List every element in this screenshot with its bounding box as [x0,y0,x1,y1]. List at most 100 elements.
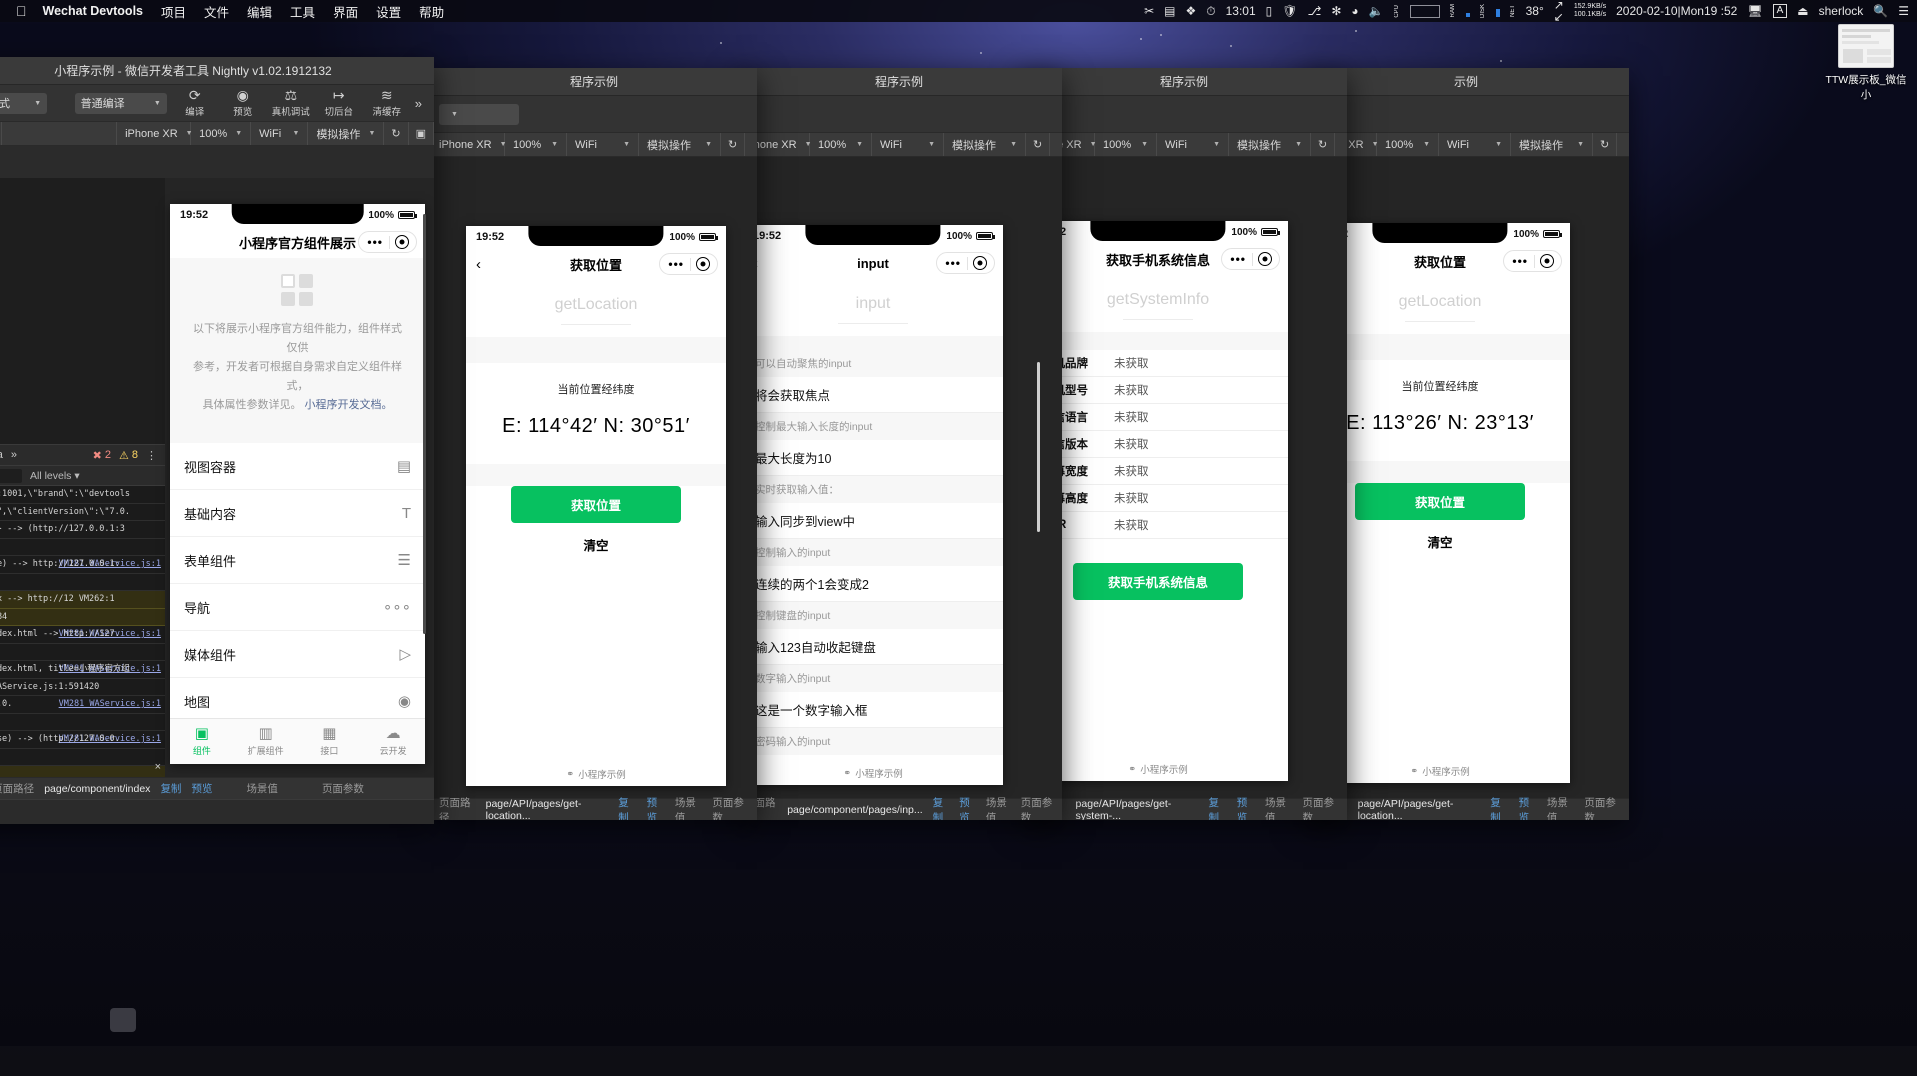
list-item[interactable]: 导航 ∘∘∘ [170,584,425,631]
tab-extensions[interactable]: ▥ 扩展组件 [234,726,298,757]
menubar-username[interactable]: sherlock [1819,5,1864,17]
phone-simulator-2[interactable]: 19:52 100% ‹ 获取位置 ••• getLocation 当前位置经纬… [466,226,726,786]
log-level-select[interactable]: All levels ▾ [30,470,80,482]
close-target-icon[interactable] [1258,252,1272,266]
phone-simulator-4[interactable]: 19:52 100% ‹ 获取手机系统信息 ••• g [1028,221,1288,781]
preview-link-3[interactable]: 预览 [959,795,976,821]
doc-link[interactable]: 小程序开发文档。 [305,399,393,411]
desktop-icon-ttw[interactable]: TTW展示板_微信小 [1823,24,1909,102]
dock-item[interactable] [110,1008,136,1032]
get-location-button-2[interactable]: 获取位置 [511,486,681,523]
network-select-5[interactable]: WiFi ▼ [1439,133,1511,156]
menu-item-settings[interactable]: 设置 [376,2,401,21]
stage-scrollbar[interactable] [423,214,426,634]
rotate-icon-5[interactable]: ↻ [1593,133,1618,156]
device-select-main[interactable]: iPhone XR ▼ [117,122,193,145]
input-source-indicator[interactable]: A [1772,4,1788,18]
preview-link-main[interactable]: 预览 [191,781,212,796]
close-target-icon[interactable] [973,256,987,270]
devtools-window-3[interactable]: 程序示例 iPhone XR ▼ 100% ▼ WiFi ▼ 模拟操作 ▼ ↻ 19:5… [736,68,1062,820]
clear-button-5[interactable]: 清空 [1310,520,1570,563]
back-icon[interactable]: ‹ [476,256,481,273]
get-system-info-button-4[interactable]: 获取手机系统信息 [1073,563,1243,600]
menu-item-interface[interactable]: 界面 [333,2,358,21]
bluetooth-icon[interactable]: ✻ [1331,5,1341,17]
menu-item-tools[interactable]: 工具 [290,2,315,21]
more-dots-icon[interactable]: ••• [662,258,690,270]
zoom-select-2[interactable]: 100% ▼ [505,133,567,156]
list-item[interactable]: 基础内容 T [170,490,425,537]
copy-link-main[interactable]: 复制 [160,781,181,796]
editor-pane[interactable] [0,178,165,444]
app-icon[interactable]: ⎇ [1308,5,1322,17]
keyboard-icon[interactable]: ▤ [1164,5,1175,17]
copy-link-2[interactable]: 复制 [618,795,636,821]
action-select-5[interactable]: 模拟操作 ▼ [1511,133,1593,156]
capsule-menu[interactable]: ••• [1221,248,1280,270]
menu-item-file[interactable]: 文件 [204,2,229,21]
more-dots-icon[interactable]: ••• [939,257,967,269]
input-field[interactable]: 输入123自动收起键盘 [743,629,1003,665]
device-select-2[interactable]: iPhone XR ▼ [431,133,507,156]
compile-button[interactable]: ⟳ 编译 [175,88,215,119]
action-select-main[interactable]: 模拟操作 ▼ [308,122,385,145]
input-field[interactable]: 这是一个数字输入框 [743,692,1003,728]
close-target-icon[interactable] [696,257,710,271]
phone-simulator-main[interactable]: 19:52 100% 小程序官方组件展示 ••• 以下将展示小程序官方组件能力，… [170,204,425,764]
devtools-window-5[interactable]: 示例 iPhone XR▼ 100%▼ WiFi▼ 模拟操作▼ ↻ 19:52 … [1303,68,1629,820]
preview-button[interactable]: ◉ 预览 [223,88,263,119]
console-panel[interactable]: AppData » ✖ 2 ⚠ 8 ⋮ All levels ▾ "scene\… [0,444,165,777]
network-select-main[interactable]: WiFi ▼ [251,122,309,145]
phone-simulator-3[interactable]: 19:52 100% ‹ input ••• inpu [743,225,1003,785]
more-dots-icon[interactable]: ••• [1224,253,1252,265]
console-close-icon[interactable]: × [155,761,161,773]
zoom-select-3[interactable]: 100% ▼ [810,133,872,156]
rotate-icon-main[interactable]: ↻ [384,122,409,145]
wifi-icon[interactable]: ◕ [1351,5,1358,17]
error-badge[interactable]: ✖ 2 [93,449,111,462]
copy-link-4[interactable]: 复制 [1208,795,1226,821]
devtools-window-4[interactable]: 程序示例 iPhone XR▼ 100%▼ WiFi▼ 模拟操作▼ ↻ 19:5… [1021,68,1347,820]
warning-badge[interactable]: ⚠ 8 [119,449,138,462]
apple-logo-icon[interactable]:  [16,4,27,18]
zoom-select-5[interactable]: 100% ▼ [1377,133,1439,156]
rotate-icon-3[interactable]: ↻ [1026,133,1051,156]
volume-icon[interactable]: 🔈 [1369,5,1384,17]
action-select-2[interactable]: 模拟操作 ▼ [639,133,721,156]
list-item[interactable]: 媒体组件 ▷ [170,631,425,678]
log-source[interactable]: VM281 WAService.js:1 [59,698,161,711]
screenshot-icon-main[interactable]: ▣ [409,122,434,145]
capsule-menu[interactable]: ••• [1503,250,1562,272]
input-field[interactable]: 输入同步到view中 [743,503,1003,539]
mode-select-2[interactable]: ▼ [439,103,519,125]
menu-item-help[interactable]: 帮助 [419,2,444,21]
tab-api[interactable]: ▦ 接口 [298,726,362,757]
network-select-4[interactable]: WiFi ▼ [1157,133,1229,156]
rotate-icon-4[interactable]: ↻ [1311,133,1336,156]
preview-link-5[interactable]: 预览 [1519,795,1537,821]
preview-link-2[interactable]: 预览 [647,795,665,821]
list-item[interactable]: 表单组件 ☰ [170,537,425,584]
tab-components[interactable]: ▣ 组件 [170,726,234,757]
clear-button-2[interactable]: 清空 [466,523,726,566]
capsule-menu[interactable]: ••• [358,231,417,253]
list-item[interactable]: 视图容器 ▤ [170,443,425,490]
clock-icon[interactable]: ⏱ [1206,5,1215,17]
network-select-2[interactable]: WiFi ▼ [567,133,639,156]
search-icon[interactable]: 🔍 [1873,5,1888,17]
list-icon[interactable]: ☰ [1898,5,1909,17]
input-field[interactable]: 最大长度为10 [743,440,1003,476]
console-more-tabs-icon[interactable]: » [11,449,17,461]
capsule-menu[interactable]: ••• [936,252,995,274]
remote-debug-button[interactable]: ⚖ 真机调试 [271,88,311,119]
input-field[interactable]: 将会获取焦点 [743,377,1003,413]
toolbar-more-icon[interactable]: » [415,96,426,111]
zoom-select-main[interactable]: 100% ▼ [191,122,252,145]
menu-item-project[interactable]: 项目 [161,2,186,21]
menu-item-edit[interactable]: 编辑 [247,2,272,21]
menu-app-name[interactable]: Wechat Devtools [43,4,144,18]
devtools-window-2[interactable]: 程序示例 ▼ iPhone XR ▼ 100% ▼ WiFi ▼ 模拟操作 ▼ ↻ 19… [431,68,757,820]
dropbox-icon[interactable]: ❖ [1185,5,1196,17]
copy-link-3[interactable]: 复制 [933,795,950,821]
console-tab-appdata[interactable]: AppData [0,449,3,461]
